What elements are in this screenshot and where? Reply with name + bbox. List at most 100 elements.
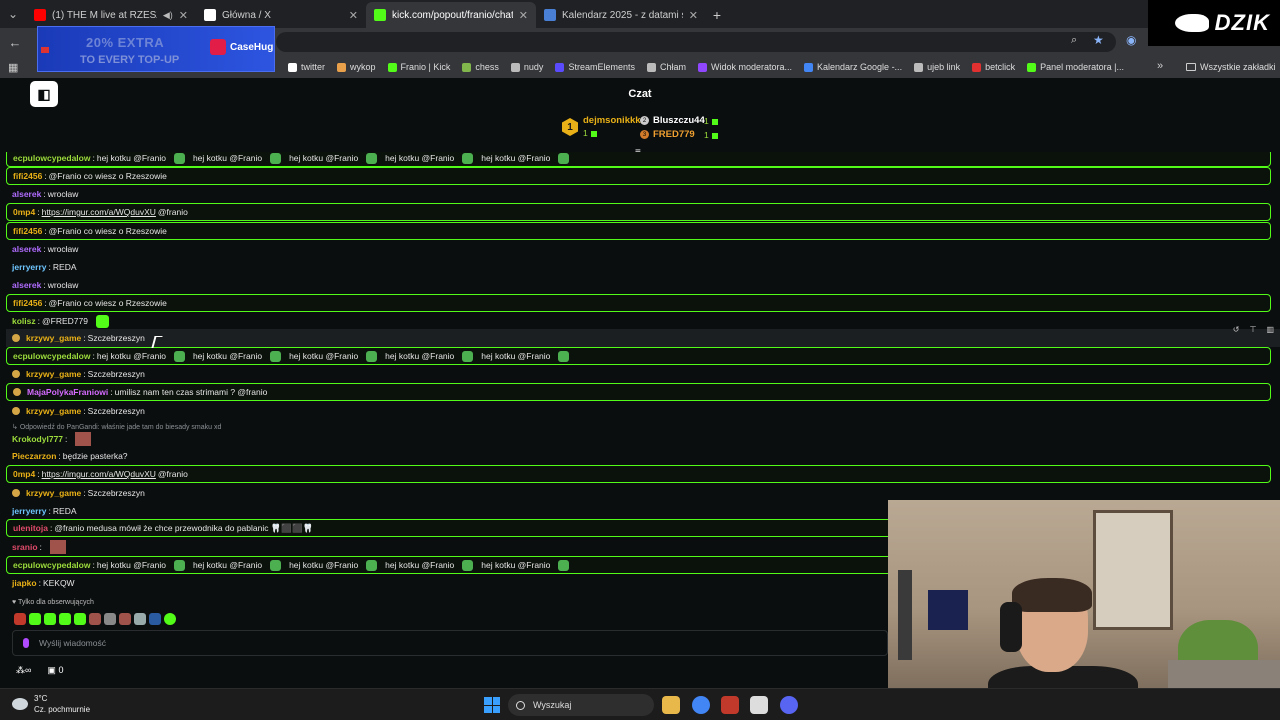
leader-1-name[interactable]: dejmsonikkk <box>583 115 641 126</box>
delete-icon[interactable]: ▥ <box>1266 325 1274 334</box>
taskbar-search[interactable]: Wyszukaj <box>508 694 654 716</box>
chat-username[interactable]: krzywy_game <box>26 369 81 379</box>
chat-message[interactable]: fifi2456: @Franio co wiesz o Rzeszowie <box>6 294 1271 312</box>
bookmark-item[interactable]: Franio | Kick <box>382 56 457 78</box>
apps-grid-icon[interactable]: ▦ <box>8 61 18 74</box>
emote-icon[interactable] <box>14 613 26 625</box>
chat-message[interactable]: ecpulowcypedalow: hej kotku @Franio hej k… <box>6 347 1271 365</box>
pin-icon[interactable]: ⊤ <box>1249 325 1256 334</box>
speaker-icon[interactable]: ◀) <box>163 10 173 21</box>
reply-icon[interactable]: ↺ <box>1233 325 1240 334</box>
bookmark-item[interactable]: wykop <box>331 56 382 78</box>
emote-icon[interactable] <box>104 613 116 625</box>
discord-icon[interactable] <box>780 696 798 714</box>
weather-widget[interactable]: 3°C Cz. pochmurnie <box>12 693 90 715</box>
chat-message[interactable]: krzywy_game: Szczebrzeszyn <box>6 365 145 383</box>
chat-username[interactable]: jiapko <box>12 578 37 588</box>
chat-username[interactable]: Pieczarzon <box>12 451 56 461</box>
bookmark-item[interactable]: nudy <box>505 56 550 78</box>
browser-tab[interactable]: Główna / X ✕ <box>196 2 366 28</box>
file-explorer-icon[interactable] <box>662 696 680 714</box>
close-tab-icon[interactable]: ✕ <box>349 9 358 22</box>
chat-message[interactable]: alserek: wrocław <box>6 185 78 203</box>
chrome-icon[interactable] <box>692 696 710 714</box>
chat-message[interactable]: 0mp4: https://imgur.com/a/WQduvXU @frani… <box>6 465 1271 483</box>
emote-icon[interactable] <box>134 613 146 625</box>
microphone-icon[interactable] <box>23 638 29 648</box>
chat-username[interactable]: ecpulowcypedalow <box>13 153 90 163</box>
all-bookmarks-button[interactable]: Wszystkie zakładki <box>1186 56 1276 78</box>
chat-username[interactable]: ecpulowcypedalow <box>13 560 90 570</box>
emote-icon[interactable] <box>149 613 161 625</box>
chat-username[interactable]: Krokodyl777 <box>12 434 63 444</box>
zoom-icon[interactable]: ⌕ <box>1071 34 1077 47</box>
chat-message[interactable]: Pieczarzon: będzie pasterka? <box>6 447 128 465</box>
browser-tab[interactable]: Kalendarz 2025 - z datami świą ✕ <box>536 2 706 28</box>
chat-message[interactable]: jiapko: KEKQW <box>6 574 75 592</box>
chat-username[interactable]: krzywy_game <box>26 406 81 416</box>
bookmark-item[interactable]: Chłam <box>641 56 692 78</box>
emote-icon[interactable] <box>164 613 176 625</box>
chat-username[interactable]: MajaPolykaFraniowi <box>27 387 108 397</box>
chat-link[interactable]: https://imgur.com/a/WQduvXU <box>42 207 156 217</box>
chat-message[interactable]: Krokodyl777: <box>6 430 92 448</box>
chat-message[interactable]: alserek: wrocław <box>6 276 78 294</box>
bookmark-item[interactable]: StreamElements <box>549 56 641 78</box>
chat-message[interactable]: jerryerry: REDA <box>6 258 77 276</box>
emote-icon[interactable] <box>44 613 56 625</box>
chat-username[interactable]: krzywy_game <box>26 333 81 343</box>
chat-username[interactable]: alserek <box>12 280 41 290</box>
chat-message[interactable]: jerryerry: REDA <box>6 502 77 520</box>
app-icon[interactable] <box>721 696 739 714</box>
bookmark-item[interactable]: chess <box>456 56 505 78</box>
chat-username[interactable]: fifi2456 <box>13 298 42 308</box>
bookmark-item[interactable]: ujeb link <box>908 56 966 78</box>
leader-2-name[interactable]: Bluszczu44 <box>653 115 705 126</box>
new-tab-button[interactable]: + <box>706 2 728 28</box>
bookmark-item[interactable]: Widok moderatora... <box>692 56 798 78</box>
browser-tab[interactable]: (1) THE M live at RZESZOW ◀) ✕ <box>26 2 196 28</box>
emote-icon[interactable] <box>89 613 101 625</box>
chat-username[interactable]: sranio <box>12 542 38 552</box>
bookmark-item[interactable]: Kalendarz Google -... <box>798 56 908 78</box>
chat-username[interactable]: 0mp4 <box>13 469 35 479</box>
leader-3-name[interactable]: FRED779 <box>653 129 695 140</box>
windows-start-icon[interactable] <box>484 697 500 713</box>
chat-message[interactable]: krzywy_game: Szczebrzeszyn <box>6 484 145 502</box>
chat-message[interactable]: krzywy_game: Szczebrzeszyn <box>6 329 1280 347</box>
chat-username[interactable]: jerryerry <box>12 262 47 272</box>
chat-username[interactable]: kolisz <box>12 316 36 326</box>
close-tab-icon[interactable]: ✕ <box>689 9 698 22</box>
bookmark-item[interactable]: Panel moderatora |... <box>1021 56 1130 78</box>
chat-username[interactable]: alserek <box>12 244 41 254</box>
close-tab-icon[interactable]: ✕ <box>179 9 188 22</box>
store-icon[interactable]: ▣ 0 <box>47 665 63 676</box>
close-tab-icon[interactable]: ✕ <box>519 9 528 22</box>
chat-message[interactable]: kolisz: @FRED779 <box>6 312 115 330</box>
chat-username[interactable]: ulenitoja <box>13 523 48 533</box>
tab-list-chevron-icon[interactable]: ⌄ <box>0 0 26 28</box>
chat-message[interactable]: fifi2456: @Franio co wiesz o Rzeszowie <box>6 222 1271 240</box>
url-omnibox[interactable] <box>276 32 1116 52</box>
chat-message[interactable]: ecpulowcypedalow: hej kotku @Franio hej k… <box>6 152 1271 167</box>
back-arrow-icon[interactable]: ← <box>0 35 30 50</box>
chat-message[interactable]: krzywy_game: Szczebrzeszyn <box>6 402 145 420</box>
ad-banner[interactable]: 20% EXTRA TO EVERY TOP-UP CaseHug <box>37 26 275 72</box>
chat-username[interactable]: jerryerry <box>12 506 47 516</box>
chat-message[interactable]: MajaPolykaFraniowi: umilisz nam ten czas… <box>6 383 1271 401</box>
chat-message[interactable]: 0mp4: https://imgur.com/a/WQduvXU @frani… <box>6 203 1271 221</box>
emote-icon[interactable] <box>119 613 131 625</box>
bookmark-item[interactable]: betclick <box>966 56 1021 78</box>
bookmark-item[interactable]: twitter <box>282 56 331 78</box>
more-bookmarks-button[interactable]: » <box>1157 60 1163 72</box>
chat-username[interactable]: fifi2456 <box>13 171 42 181</box>
extension-icon[interactable]: ◉ <box>1126 33 1136 47</box>
app-icon[interactable] <box>750 696 768 714</box>
browser-tab[interactable]: kick.com/popout/franio/chat ✕ <box>366 2 536 28</box>
emote-icon[interactable] <box>29 613 41 625</box>
chat-link[interactable]: https://imgur.com/a/WQduvXU <box>42 469 156 479</box>
chat-message-input[interactable]: Wyślij wiadomość <box>12 630 888 656</box>
emote-icon[interactable] <box>74 613 86 625</box>
chat-username[interactable]: krzywy_game <box>26 488 81 498</box>
chat-username[interactable]: 0mp4 <box>13 207 35 217</box>
